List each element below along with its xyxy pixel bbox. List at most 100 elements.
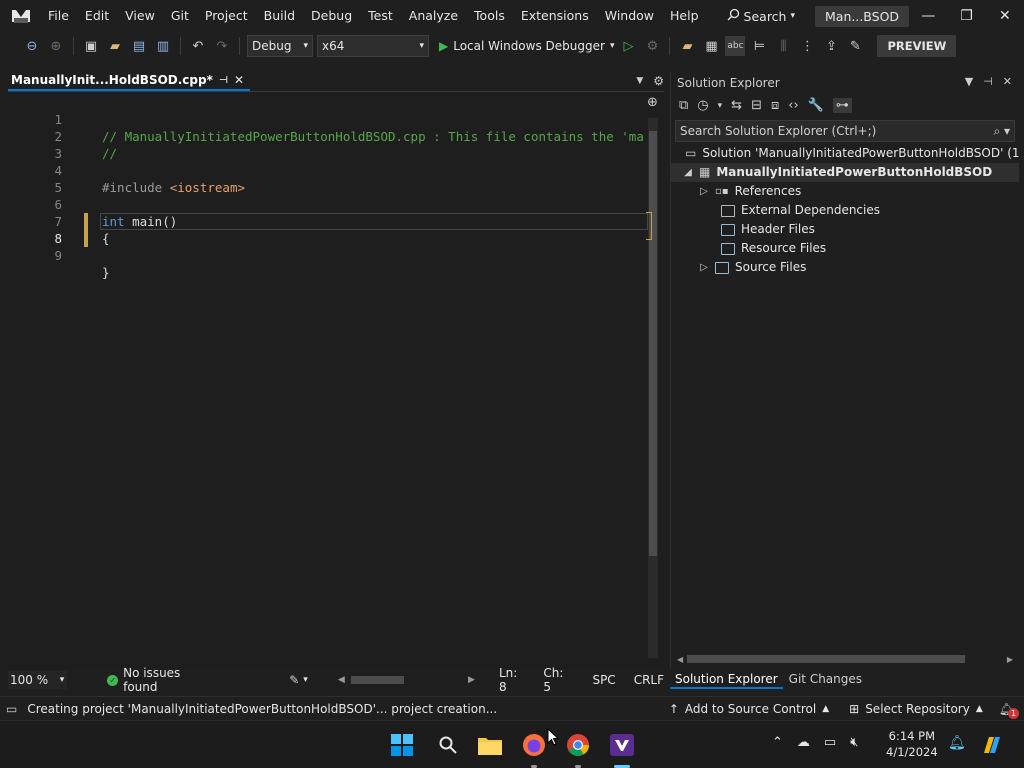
tab-solution-explorer[interactable]: Solution Explorer [670,669,783,689]
cursor-line[interactable]: Ln: 8 [499,666,528,694]
configuration-select[interactable]: Debug ▾ [247,35,313,57]
indent-icon[interactable]: ⫼ [773,36,793,56]
hot-reload-icon[interactable]: ⚙ [642,36,662,56]
wrench-icon[interactable]: 🔧 [808,98,824,113]
spell-check-icon[interactable]: abc [725,36,746,56]
scroll-right-icon[interactable]: ▶ [468,675,475,685]
panel-options-icon[interactable]: ▼ [965,75,973,88]
expanded-arrow-icon[interactable]: ◢ [683,163,693,182]
menu-window[interactable]: Window [597,0,662,32]
history-icon[interactable]: ◷ [697,98,708,113]
zoom-select[interactable]: 100 % ▾ [8,671,68,689]
menu-help[interactable]: Help [662,0,707,32]
code-editor[interactable]: 1 // ManuallyInitiatedPowerButtonHoldBSO… [8,91,664,669]
preview-button[interactable]: PREVIEW [877,35,957,57]
tree-item-header-files[interactable]: Header Files [721,220,815,239]
scroll-right-icon[interactable]: ▶ [1007,655,1013,664]
menu-extensions[interactable]: Extensions [513,0,597,32]
menu-file[interactable]: File [40,0,77,32]
chevron-down-icon[interactable]: ▾ [303,675,308,685]
menu-git[interactable]: Git [163,0,197,32]
editor-scroll-thumb[interactable] [649,131,657,556]
layout-icon[interactable]: ▦ [701,36,721,56]
collapsed-arrow-icon[interactable]: ▷ [699,258,709,277]
add-to-source-control-button[interactable]: ↑ Add to Source Control ▲ [669,702,829,716]
share-icon[interactable]: ⇪ [821,36,841,56]
scroll-left-icon[interactable]: ◀ [338,675,345,685]
notification-bell-icon[interactable]: 🔔︎ [948,735,966,751]
align-icon[interactable]: ⊨ [749,36,769,56]
cloud-icon[interactable]: ☁ [797,735,810,750]
undo-icon[interactable]: ↶ [188,36,208,56]
save-all-icon[interactable]: ▥ [153,36,173,56]
solution-node[interactable]: ▭ Solution 'ManuallyInitiatedPowerButton… [685,144,1024,163]
spacing-mode[interactable]: SPC [592,673,615,687]
network-icon[interactable]: ▭ [824,735,836,750]
show-hidden-icons-icon[interactable]: ⌃ [772,735,783,750]
clock[interactable]: 6:14 PM 4/1/2024 [886,728,938,760]
menu-view[interactable]: View [117,0,163,32]
menu-debug[interactable]: Debug [303,0,360,32]
tab-cpp-file[interactable]: ManuallyInit...HoldBSOD.cpp* ⊣ ✕ [8,71,251,91]
pin-icon[interactable]: ⊣ [219,75,228,86]
redo-icon[interactable]: ↷ [212,36,232,56]
folder-view-icon[interactable]: ▰ [677,36,697,56]
project-node[interactable]: ◢ ▦ ManuallyInitiatedPowerButtonHoldBSOD [671,163,1019,182]
notifications-button[interactable]: 🔔︎ 1 [999,702,1019,719]
split-editor-icon[interactable]: ⊕ [647,95,658,110]
solution-search-input[interactable]: Search Solution Explorer (Ctrl+;) ⌕ ▾ [675,120,1015,142]
platform-select[interactable]: x64 ▾ [317,35,429,57]
tab-list-icon[interactable]: ▼ [636,76,643,86]
collapsed-arrow-icon[interactable]: ▷ [699,182,709,201]
save-icon[interactable]: ▤ [129,36,149,56]
firefox-button[interactable] [520,731,548,759]
more-icon[interactable]: ⋮ [797,36,817,56]
show-all-files-icon[interactable]: ⧈ [771,98,779,113]
search-button[interactable]: Search ▾ [721,0,801,32]
brush-icon[interactable]: ✎ [289,673,299,687]
back-icon[interactable]: ⊖ [22,36,42,56]
menu-analyze[interactable]: Analyze [401,0,466,32]
menu-project[interactable]: Project [197,0,256,32]
tab-git-changes[interactable]: Git Changes [783,672,868,686]
cursor-column[interactable]: Ch: 5 [543,666,574,694]
menu-edit[interactable]: Edit [77,0,117,32]
chevron-down-icon[interactable]: ▾ [718,101,723,111]
tree-item-references[interactable]: ▷ ▫▪ References [699,182,801,201]
menu-test[interactable]: Test [360,0,401,32]
code-view-icon[interactable]: ‹› [788,98,798,113]
menu-build[interactable]: Build [256,0,303,32]
feedback-icon[interactable]: ✎ [845,36,865,56]
chrome-button[interactable] [564,731,592,759]
select-repository-button[interactable]: ⊞ Select Repository ▲ [849,702,983,716]
sync-icon[interactable]: ⇆ [731,98,742,113]
forward-icon[interactable]: ⊕ [46,36,66,56]
gear-icon[interactable]: ⚙ [653,74,664,88]
visual-studio-taskbar-button[interactable] [608,731,636,759]
preview-selected-icon[interactable]: ⊶ [832,98,852,113]
pin-icon[interactable]: ⊣ [983,75,993,88]
close-icon[interactable]: ✕ [234,73,244,87]
start-without-debugging-icon[interactable]: ▷ [618,36,638,56]
copilot-button[interactable] [980,733,1004,760]
search-taskbar-button[interactable] [434,731,462,759]
start-debugging-button[interactable]: ▶ Local Windows Debugger ▾ [439,39,614,53]
issues-indicator[interactable]: ✓ No issues found [107,666,217,694]
volume-muted-icon[interactable]: 🔇︎ [850,735,858,750]
new-project-icon[interactable]: ▣ [81,36,101,56]
output-icon[interactable]: ▭ [6,702,17,716]
file-explorer-button[interactable] [476,731,504,759]
restore-button[interactable]: ❐ [947,0,985,32]
tree-item-resource-files[interactable]: Resource Files [721,239,826,258]
minimize-button[interactable]: — [909,0,947,32]
close-icon[interactable]: ✕ [1003,75,1012,88]
open-folder-icon[interactable]: ▰ [105,36,125,56]
close-button[interactable]: ✕ [986,0,1024,32]
switch-views-icon[interactable]: ⧉ [679,98,688,113]
start-button[interactable] [388,731,416,759]
collapse-all-icon[interactable]: ⊟ [751,98,762,113]
sol-hscroll[interactable]: ◀ ▶ [677,654,1013,664]
menu-tools[interactable]: Tools [466,0,513,32]
tree-item-external-dependencies[interactable]: External Dependencies [721,201,880,220]
tree-item-source-files[interactable]: ▷ Source Files [699,258,806,277]
